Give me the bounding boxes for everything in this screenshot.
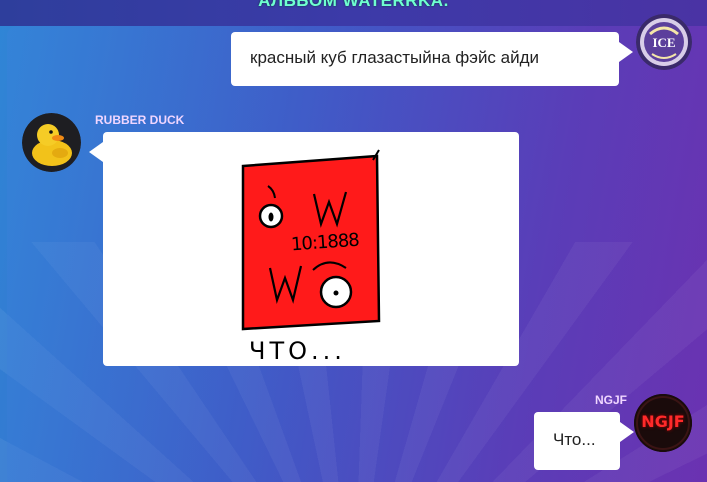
avatar-ngjf[interactable]: NGJF bbox=[634, 394, 692, 452]
ngjf-avatar-text: NGJF bbox=[641, 412, 685, 431]
rubber-duck-icon bbox=[22, 113, 81, 172]
message-bubble-2[interactable]: 10:1888 ЧТО... bbox=[89, 132, 519, 366]
emblem-icon: ICE bbox=[636, 14, 692, 70]
avatar-rubber-duck[interactable] bbox=[22, 113, 81, 172]
sender-name-ngjf: NGJF bbox=[595, 393, 628, 407]
svg-text:ICE: ICE bbox=[652, 35, 675, 50]
message-bubble-3[interactable]: Что... bbox=[534, 412, 634, 470]
message-bubble-1[interactable]: красный куб глазастыйна фэйс айди bbox=[231, 32, 633, 86]
album-title: АЛЬБОМ WATERRKA. bbox=[258, 0, 449, 10]
message-text-3: Что... bbox=[553, 430, 596, 449]
sender-name-rubber-duck: RUBBER DUCK bbox=[95, 113, 185, 127]
message-text-1: красный куб глазастыйна фэйс айди bbox=[250, 48, 540, 67]
drawing-caption-text: ЧТО... bbox=[249, 337, 346, 365]
avatar-self[interactable]: ICE bbox=[636, 14, 692, 70]
